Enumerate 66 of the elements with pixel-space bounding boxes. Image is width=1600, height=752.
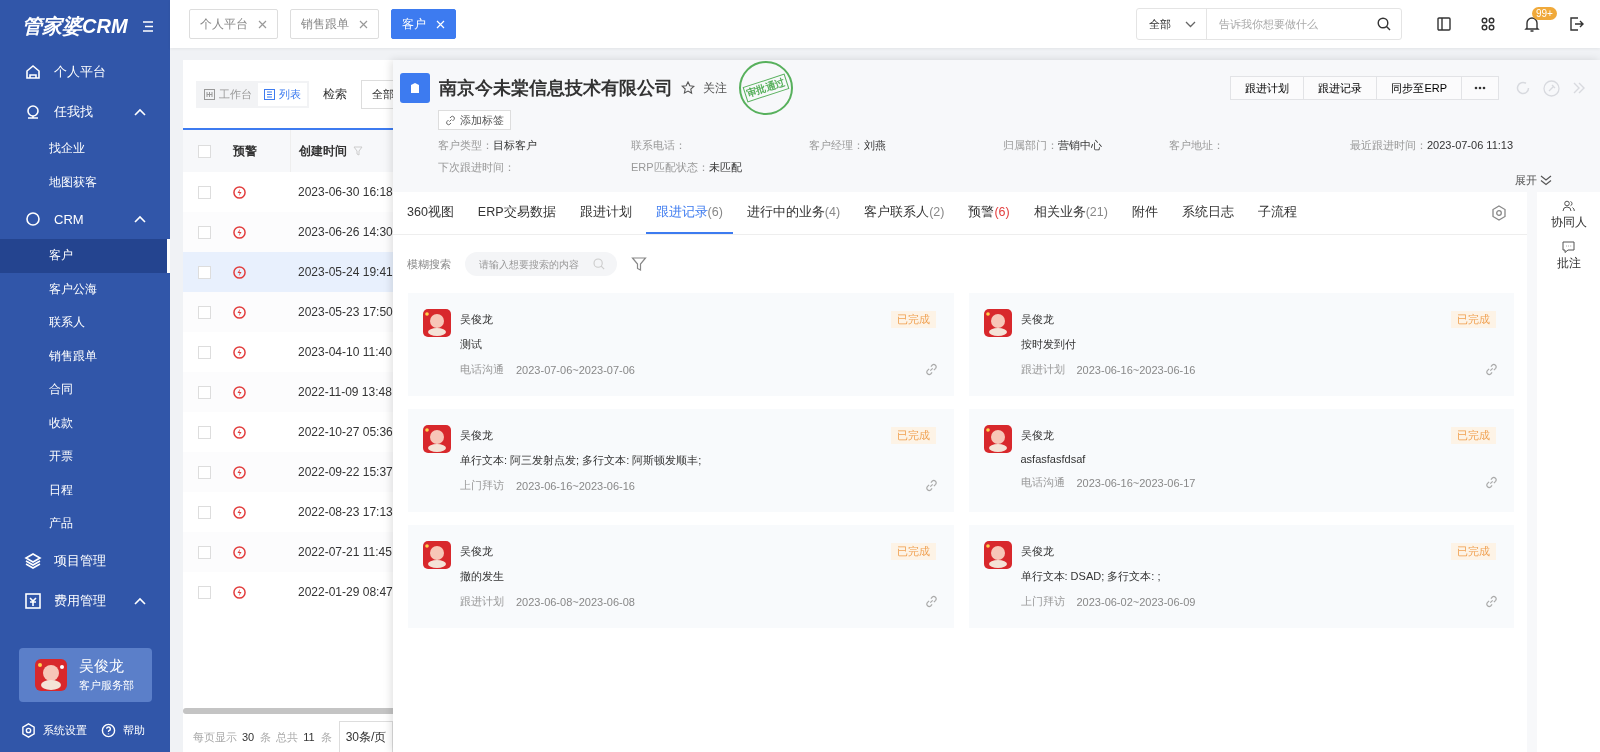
- table-cell: 2022-01-29 08:47: [298, 585, 393, 599]
- logo: 管家婆CRM: [22, 13, 128, 39]
- pager-value: 30: [242, 731, 255, 743]
- record-type: 上门拜访: [1020, 594, 1065, 609]
- table-cell: 2022-07-21 11:45: [298, 545, 392, 559]
- record-author: 吴俊龙: [460, 427, 493, 443]
- record-content: 按时发到付: [1020, 337, 1077, 352]
- table-cell: 2022-09-22 15:37: [298, 465, 393, 479]
- field-value: 2023-07-06 11:13: [1427, 139, 1514, 151]
- company-title: 南京今未棠信息技术有限公司: [439, 77, 673, 100]
- pager-unit: 条: [320, 729, 332, 745]
- record-type: 跟进计划: [1020, 362, 1065, 377]
- status-tag: 已完成: [1451, 542, 1496, 560]
- pager-label: 每页显示: [193, 729, 237, 745]
- table-cell: 2022-08-23 17:13: [298, 505, 393, 519]
- field-value: 刘燕: [864, 139, 886, 151]
- record-content: 测试: [460, 337, 483, 352]
- record-content: asfasfasfdsaf: [1020, 453, 1087, 465]
- record-author: 吴俊龙: [460, 311, 493, 327]
- field-label: 最近跟进时间：: [1350, 139, 1427, 151]
- table-cell: 2023-05-24 19:41: [298, 265, 393, 279]
- status-tag: 已完成: [890, 310, 936, 328]
- table-cell: 2022-10-27 05:36: [298, 425, 393, 439]
- record-type: 跟进计划: [460, 594, 504, 609]
- field-label: 客户类型：: [438, 139, 493, 151]
- record-content: 单行文本: DSAD; 多行文本: ;: [1020, 569, 1162, 584]
- table-cell: 2023-04-10 11:40: [298, 345, 392, 359]
- status-tag: 已完成: [1451, 310, 1496, 328]
- field-label: 客户经理：: [809, 139, 864, 151]
- pager-label: 总共: [276, 729, 299, 745]
- column-header: 创建时间: [299, 142, 347, 160]
- column-header: 预警: [225, 130, 291, 172]
- table-cell: 2023-06-26 14:30: [298, 225, 393, 239]
- status-tag: 已完成: [1451, 426, 1496, 444]
- field-value: 未匹配: [708, 161, 742, 173]
- field-label: 归属部门：: [1003, 139, 1058, 151]
- approval-stamp: 审批通过: [739, 61, 793, 115]
- record-type: 上门拜访: [460, 478, 504, 493]
- record-author: 吴俊龙: [460, 543, 493, 559]
- field-label: 联系电话：: [631, 139, 686, 151]
- search-label: 检索: [323, 85, 347, 103]
- record-date-range: 2023-06-16~2023-06-17: [1076, 476, 1196, 489]
- status-tag: 已完成: [890, 426, 936, 444]
- record-author: 吴俊龙: [1020, 543, 1054, 559]
- field-label: 客户地址：: [1169, 139, 1224, 151]
- table-cell: 2023-05-23 17:50: [298, 305, 393, 319]
- search-label: 模糊搜索: [407, 256, 451, 272]
- field-value: 目标客户: [493, 139, 537, 151]
- record-content: 撤的发生: [460, 569, 505, 584]
- table-cell: 2022-11-09 13:48: [298, 385, 392, 399]
- table-cell: 2023-06-30 16:18: [298, 185, 393, 199]
- user-name: 吴俊龙: [79, 657, 125, 676]
- user-department: 客户服务部: [79, 678, 134, 693]
- record-date-range: 2023-06-02~2023-06-09: [1076, 595, 1196, 608]
- field-value: 营销中心: [1058, 139, 1102, 151]
- record-date-range: 2023-06-08~2023-06-08: [516, 595, 635, 608]
- pager-unit: 条: [260, 729, 272, 745]
- status-tag: 已完成: [890, 542, 936, 560]
- notification-badge: 99+: [1532, 6, 1557, 20]
- pager-value: 11: [303, 731, 315, 743]
- record-date-range: 2023-06-16~2023-06-16: [1076, 363, 1196, 376]
- record-author: 吴俊龙: [1020, 427, 1054, 443]
- record-author: 吴俊龙: [1020, 311, 1054, 327]
- field-label: ERP匹配状态：: [631, 161, 709, 173]
- record-type: 电话沟通: [1020, 475, 1065, 490]
- field-label: 下次跟进时间：: [438, 161, 515, 173]
